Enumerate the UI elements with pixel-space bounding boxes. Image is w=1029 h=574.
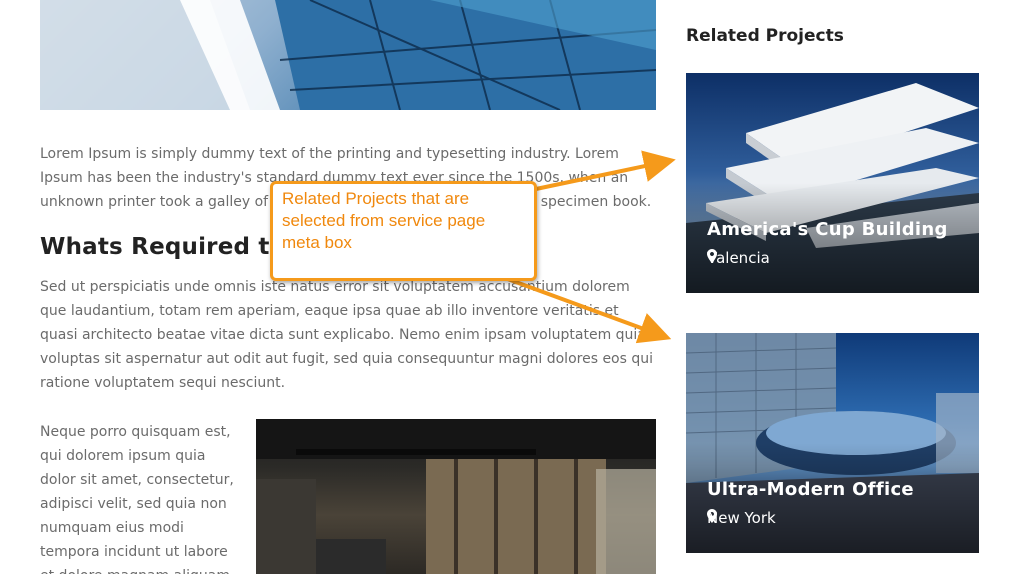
project-title[interactable]: Ultra-Modern Office: [707, 479, 914, 500]
side-paragraph: Neque porro quisquam est, qui dolorem ip…: [40, 424, 234, 574]
map-pin-icon: [707, 509, 717, 523]
related-projects-title: Related Projects: [686, 26, 844, 46]
related-project-card[interactable]: Ultra-Modern Office New York: [686, 333, 979, 553]
hero-image: [40, 0, 656, 110]
body-paragraph: Sed ut perspiciatis unde omnis iste natu…: [40, 279, 654, 391]
annotation-callout: Related Projects that are selected from …: [270, 181, 537, 281]
project-location-label: New York: [707, 509, 776, 527]
map-pin-icon: [707, 249, 717, 263]
project-title[interactable]: America's Cup Building: [707, 219, 948, 240]
project-location: Valencia: [707, 249, 770, 267]
related-project-card[interactable]: America's Cup Building Valencia: [686, 73, 979, 293]
annotation-text: Related Projects that are selected from …: [282, 189, 486, 252]
project-location: New York: [707, 509, 776, 527]
office-interior-image: [256, 419, 656, 574]
